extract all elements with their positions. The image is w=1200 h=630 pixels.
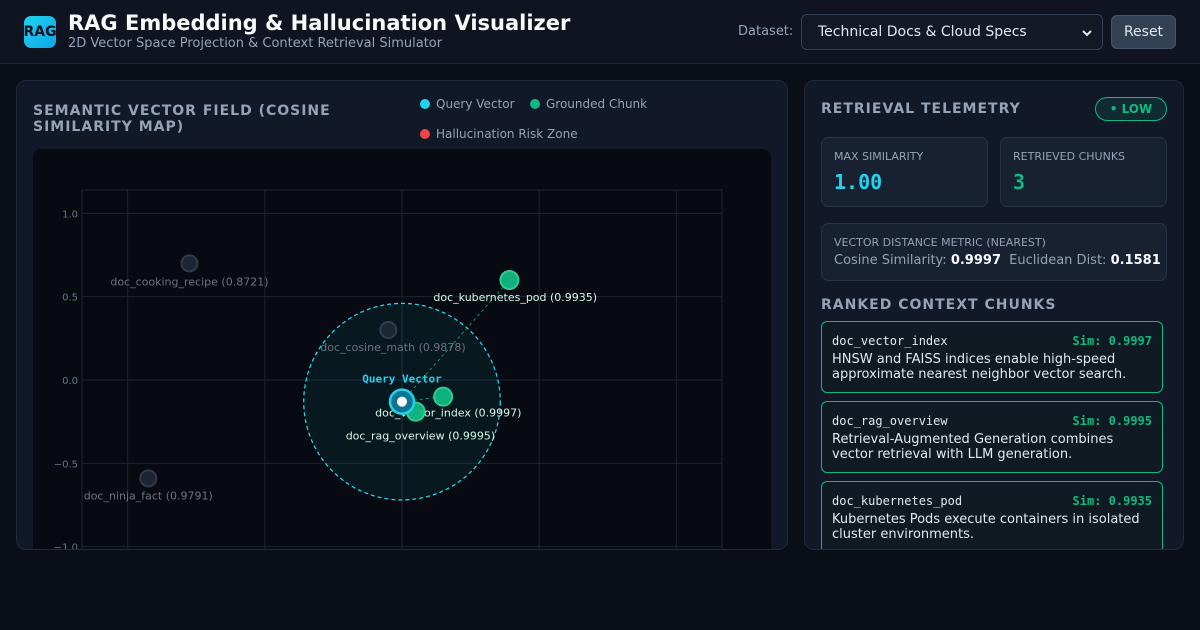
dataset-select[interactable]: Technical Docs & Cloud Specs bbox=[801, 14, 1103, 50]
top-bar: RAG RAG Embedding & Hallucination Visual… bbox=[0, 0, 1200, 64]
point-label: doc_kubernetes_pod (0.9935) bbox=[433, 291, 597, 304]
chunk-similarity: Sim: 0.9995 bbox=[1072, 414, 1152, 428]
chunk-text: Retrieval-Augmented Generation combines … bbox=[832, 432, 1114, 462]
background-chunk-point bbox=[379, 321, 398, 339]
dataset-label: Dataset: bbox=[738, 24, 794, 39]
legend-grounded: Grounded Chunk bbox=[530, 97, 647, 111]
background-chunk-point bbox=[139, 469, 158, 488]
point-label: doc_ninja_fact (0.9791) bbox=[84, 489, 213, 502]
retrieved-chunks-label: RETRIEVED CHUNKS bbox=[1013, 150, 1126, 163]
cosine-label: Cosine Similarity: bbox=[834, 253, 947, 268]
chunk-card[interactable]: doc_kubernetes_pod Sim: 0.9935 Kubernete… bbox=[821, 481, 1163, 549]
chunk-similarity: Sim: 0.9997 bbox=[1072, 334, 1152, 348]
risk-badge: • LOW bbox=[1095, 97, 1167, 121]
chunk-text: Kubernetes Pods execute containers in is… bbox=[832, 512, 1140, 542]
legend-hallucination: Hallucination Risk Zone bbox=[420, 127, 578, 141]
grounded-chunk-point bbox=[433, 386, 454, 407]
app-logo: RAG bbox=[23, 16, 57, 48]
euclid-label: Euclidean Dist: bbox=[1009, 253, 1107, 268]
distance-metric-values: Cosine Similarity: 0.9997 Euclidean Dist… bbox=[834, 253, 1161, 268]
euclid-value: 0.1581 bbox=[1110, 253, 1161, 268]
y-tick-label: 0.5 bbox=[62, 293, 78, 304]
chunk-card[interactable]: doc_vector_index Sim: 0.9997 HNSW and FA… bbox=[821, 321, 1163, 393]
retrieved-chunks-card: RETRIEVED CHUNKS 3 bbox=[1000, 137, 1167, 207]
telemetry-title: RETRIEVAL TELEMETRY bbox=[821, 101, 1021, 117]
background-chunk-point bbox=[180, 254, 199, 273]
max-similarity-value: 1.00 bbox=[834, 170, 883, 194]
legend-hallucination-dot bbox=[420, 129, 430, 139]
legend-grounded-dot bbox=[530, 99, 540, 109]
distance-metric-card: VECTOR DISTANCE METRIC (NEAREST) Cosine … bbox=[821, 223, 1167, 281]
vector-field-title: SEMANTIC VECTOR FIELD (COSINE SIMILARITY… bbox=[33, 103, 331, 135]
logo-text: RAG bbox=[23, 24, 57, 40]
reset-button[interactable]: Reset bbox=[1111, 15, 1176, 49]
chunk-card[interactable]: doc_rag_overview Sim: 0.9995 Retrieval-A… bbox=[821, 401, 1163, 473]
chunk-id: doc_rag_overview bbox=[832, 414, 948, 428]
vector-plot[interactable]: 1.0 0.5 0.0 −0.5 −1.0 doc_cooking_recipe (0.8… bbox=[33, 149, 771, 550]
legend-hallucination-label: Hallucination Risk Zone bbox=[436, 127, 578, 141]
max-similarity-card: MAX SIMILARITY 1.00 bbox=[821, 137, 988, 207]
chunk-id: doc_vector_index bbox=[832, 334, 948, 348]
legend-query: Query Vector bbox=[420, 97, 515, 111]
chunk-similarity: Sim: 0.9935 bbox=[1072, 494, 1152, 508]
chunk-text: HNSW and FAISS indices enable high-speed… bbox=[832, 352, 1127, 382]
query-vector-label: Query Vector bbox=[362, 373, 442, 386]
query-vector-point bbox=[397, 396, 407, 407]
telemetry-panel: RETRIEVAL TELEMETRY • LOW MAX SIMILARITY… bbox=[804, 80, 1184, 550]
distance-metric-label: VECTOR DISTANCE METRIC (NEAREST) bbox=[834, 236, 1046, 249]
y-tick-label: −0.5 bbox=[54, 459, 78, 470]
dataset-selected-value: Technical Docs & Cloud Specs bbox=[818, 24, 1027, 40]
legend-query-dot bbox=[420, 99, 430, 109]
y-tick-label: 0.0 bbox=[62, 376, 78, 387]
retrieved-chunks-value: 3 bbox=[1013, 170, 1026, 194]
y-tick-label: −1.0 bbox=[54, 543, 78, 550]
vector-field-panel: SEMANTIC VECTOR FIELD (COSINE SIMILARITY… bbox=[16, 80, 788, 550]
point-label: doc_cooking_recipe (0.8721) bbox=[110, 275, 268, 288]
max-similarity-label: MAX SIMILARITY bbox=[834, 150, 924, 163]
app-subtitle: 2D Vector Space Projection & Context Ret… bbox=[68, 36, 443, 51]
app-title: RAG Embedding & Hallucination Visualizer bbox=[68, 11, 571, 35]
legend-query-label: Query Vector bbox=[436, 97, 515, 111]
grounded-chunk-point bbox=[499, 270, 520, 290]
point-label: doc_rag_overview (0.9995) bbox=[346, 430, 495, 443]
chevron-down-icon bbox=[1082, 30, 1092, 37]
cosine-value: 0.9997 bbox=[950, 253, 1001, 268]
legend-grounded-label: Grounded Chunk bbox=[546, 97, 648, 111]
vector-plot-svg[interactable]: 1.0 0.5 0.0 −0.5 −1.0 doc_cooking_recipe (0.8… bbox=[33, 149, 771, 550]
y-tick-label: 1.0 bbox=[62, 209, 78, 220]
point-label: doc_cosine_math (0.9878) bbox=[320, 341, 465, 354]
ranked-chunks-title: RANKED CONTEXT CHUNKS bbox=[821, 297, 1057, 313]
chunk-id: doc_kubernetes_pod bbox=[832, 494, 963, 508]
